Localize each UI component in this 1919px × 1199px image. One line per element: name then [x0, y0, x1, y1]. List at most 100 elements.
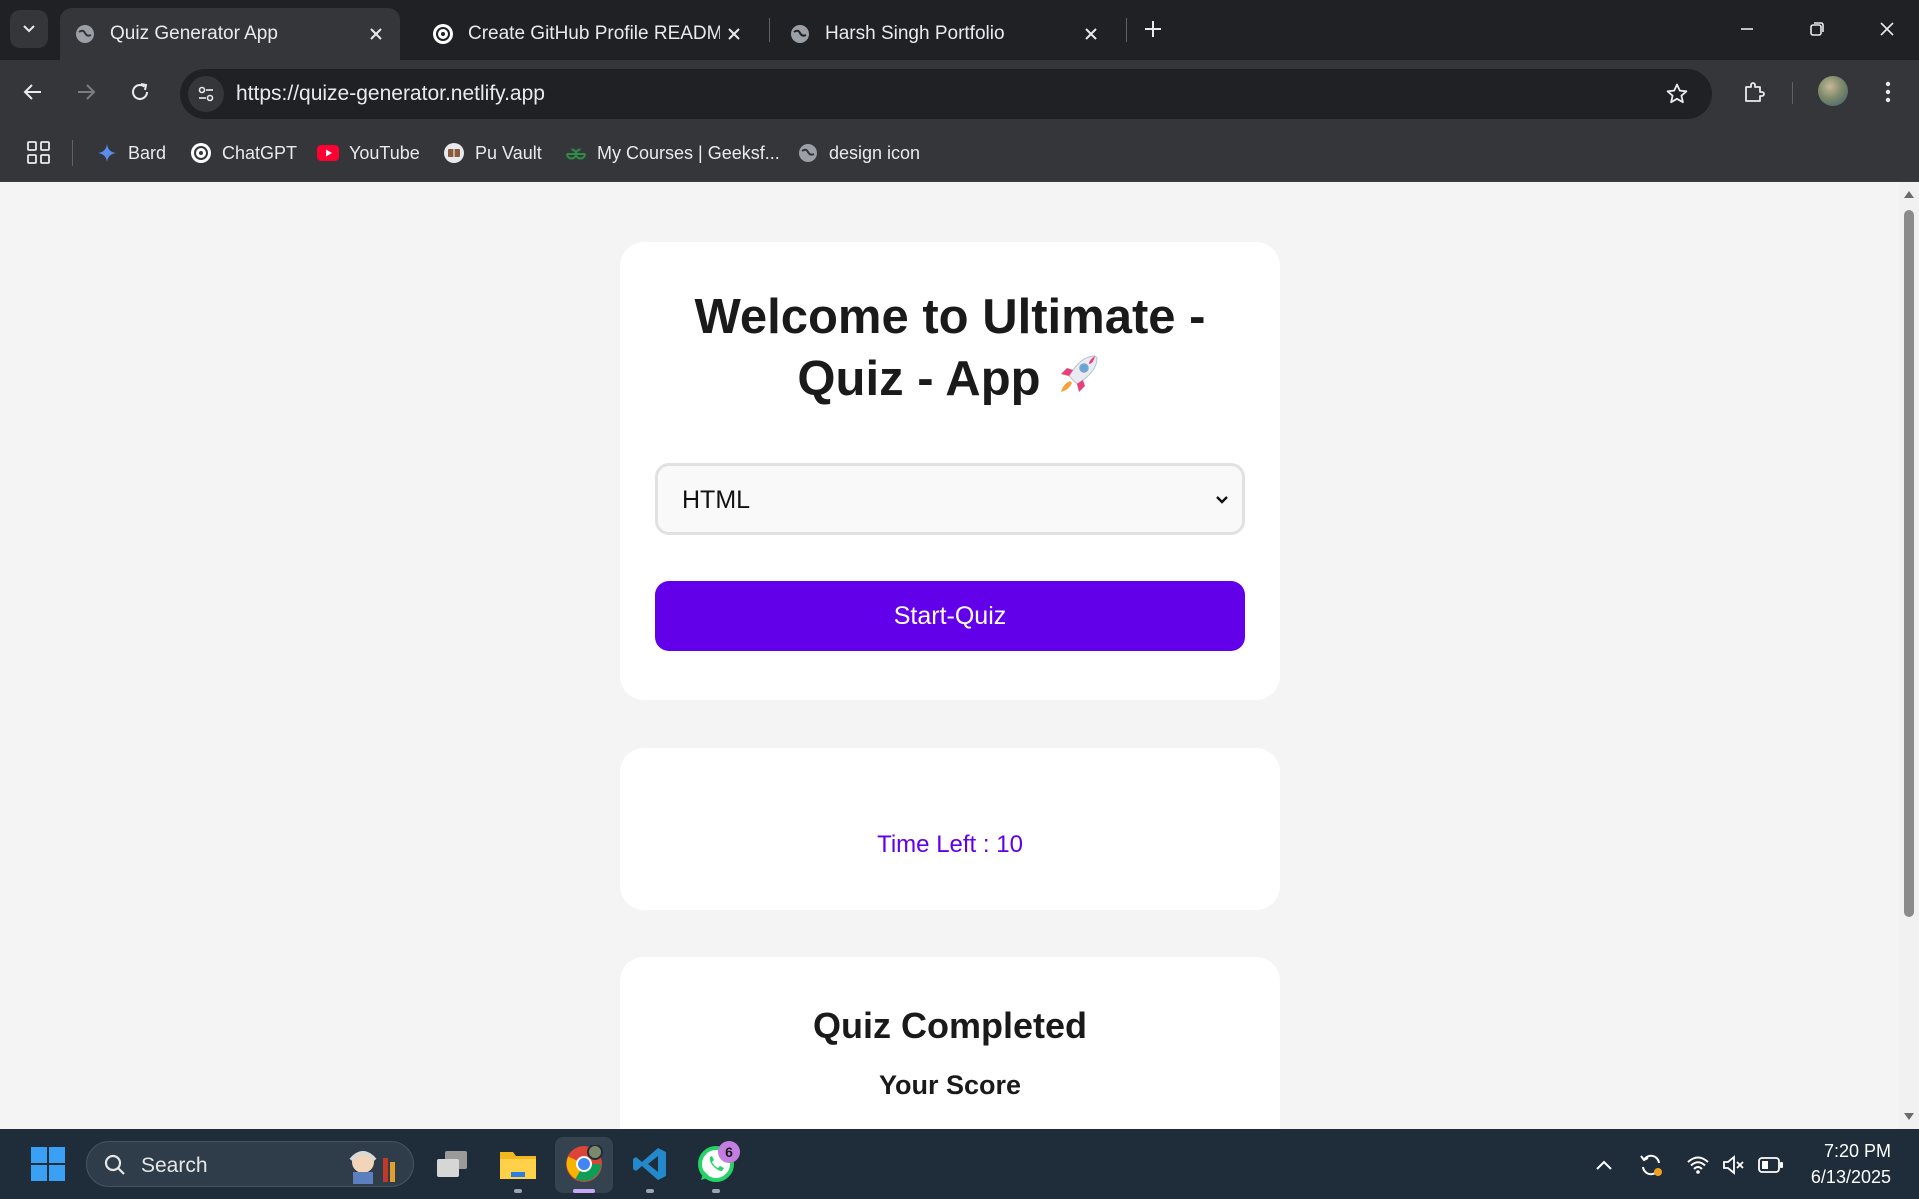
tab-github-readme[interactable]: Create GitHub Profile README: [418, 8, 758, 60]
taskbar-search-label: Search: [141, 1154, 208, 1177]
scroll-up-arrow[interactable]: [1903, 188, 1915, 200]
chatgpt-icon: [432, 23, 454, 45]
toolbar-divider: [1792, 82, 1793, 104]
whatsapp-badge: 6: [718, 1141, 740, 1163]
scroll-down-arrow[interactable]: [1903, 1111, 1915, 1123]
globe-icon: [74, 23, 96, 45]
page-viewport: Welcome to Ultimate - Quiz - App HTML St…: [0, 182, 1899, 1129]
bookmark-youtube[interactable]: YouTube: [317, 138, 420, 168]
more-vertical-icon: [1885, 81, 1891, 103]
welcome-card: Welcome to Ultimate - Quiz - App HTML St…: [620, 242, 1280, 700]
bookmark-pu-vault[interactable]: Pu Vault: [443, 138, 542, 168]
tab-title: Quiz Generator App: [110, 23, 278, 44]
task-view-icon[interactable]: [432, 1144, 472, 1184]
menu-button[interactable]: [1870, 74, 1906, 110]
close-icon[interactable]: [720, 20, 748, 48]
bookmark-label: design icon: [829, 142, 921, 163]
time-left-text: Time Left : 10: [877, 831, 1023, 858]
sparkle-icon: [96, 142, 118, 164]
bookmark-design-icon[interactable]: design icon: [797, 138, 920, 168]
welcome-title: Welcome to Ultimate - Quiz - App: [670, 286, 1230, 415]
search-icon: [104, 1154, 125, 1175]
tab-harsh-portfolio[interactable]: Harsh Singh Portfolio: [775, 8, 1115, 60]
taskbar: Search 6 7:20 PM 6/13/2025: [0, 1129, 1919, 1199]
puzzle-icon: [1745, 82, 1765, 102]
close-icon[interactable]: [1077, 20, 1105, 48]
restore-button[interactable]: [1792, 8, 1842, 50]
sync-icon[interactable]: [1637, 1151, 1665, 1179]
minimize-icon: [1741, 28, 1753, 30]
minimize-button[interactable]: [1722, 8, 1772, 50]
volume-muted-icon[interactable]: [1720, 1151, 1748, 1179]
running-indicator: [712, 1189, 720, 1193]
globe-icon: [797, 142, 819, 164]
bookmark-label: Pu Vault: [475, 142, 542, 163]
tab-strip: Quiz Generator App Create GitHub Profile…: [0, 0, 1919, 60]
close-window-button[interactable]: [1862, 8, 1912, 50]
profile-avatar[interactable]: [1818, 76, 1848, 106]
tab-separator: [769, 18, 770, 42]
url-text[interactable]: https://quize-generator.netlify.app: [236, 82, 545, 106]
bookmark-bard[interactable]: Bard: [96, 138, 166, 168]
book-icon: [443, 142, 465, 164]
quiz-completed-title: Quiz Completed: [812, 1005, 1087, 1046]
result-card: Quiz Completed Your Score: [620, 957, 1280, 1129]
bookmark-geeksforgeeks[interactable]: My Courses | Geeksf...: [565, 138, 780, 168]
browser-toolbar: https://quize-generator.netlify.app: [0, 60, 1919, 124]
tab-quiz-generator[interactable]: Quiz Generator App: [60, 8, 400, 60]
apps-grid-icon[interactable]: [26, 140, 52, 166]
bookmark-star-icon[interactable]: [1662, 79, 1692, 109]
plus-icon: [1145, 21, 1161, 37]
clock-time[interactable]: 7:20 PM: [1771, 1141, 1891, 1162]
timer-card: Time Left : 10: [620, 748, 1280, 910]
chatgpt-icon: [190, 142, 212, 164]
bookmark-chatgpt[interactable]: ChatGPT: [190, 138, 297, 168]
site-info-icon[interactable]: [188, 76, 224, 112]
running-indicator: [514, 1189, 522, 1193]
new-tab-button[interactable]: [1138, 14, 1168, 44]
tab-search-button[interactable]: [10, 10, 48, 48]
bookmark-label: YouTube: [349, 142, 420, 163]
taskbar-search[interactable]: Search: [86, 1141, 414, 1187]
rocket-icon: [1053, 350, 1103, 415]
scroll-thumb[interactable]: [1904, 210, 1914, 917]
bookmarks-separator: [72, 140, 73, 166]
running-indicator: [646, 1189, 654, 1193]
running-indicator-active: [573, 1189, 595, 1193]
bookmark-label: My Courses | Geeksf...: [597, 142, 780, 163]
start-quiz-button[interactable]: Start-Quiz: [655, 581, 1245, 651]
topic-select[interactable]: HTML: [655, 463, 1245, 535]
geeksforgeeks-icon: [565, 142, 587, 164]
back-button[interactable]: [15, 74, 51, 110]
arrow-left-icon: [23, 84, 41, 100]
reload-icon: [132, 83, 148, 100]
tab-title: Create GitHub Profile README: [468, 23, 720, 44]
chevron-down-icon: [23, 25, 35, 33]
extensions-button[interactable]: [1736, 74, 1772, 110]
wifi-icon[interactable]: [1684, 1151, 1712, 1179]
chrome-icon[interactable]: [564, 1144, 604, 1184]
bookmarks-bar: Bard ChatGPT YouTube Pu Vault My Courses…: [0, 124, 1919, 182]
file-explorer-icon[interactable]: [498, 1144, 538, 1184]
close-icon[interactable]: [362, 20, 390, 48]
clock-date[interactable]: 6/13/2025: [1771, 1167, 1891, 1188]
youtube-icon: [317, 142, 339, 164]
reload-button[interactable]: [122, 74, 158, 110]
restore-icon: [1810, 22, 1824, 36]
page-scrollbar[interactable]: [1899, 182, 1919, 1129]
bookmark-label: ChatGPT: [222, 142, 298, 163]
forward-button[interactable]: [68, 74, 104, 110]
tab-separator: [1126, 18, 1127, 42]
chevron-up-icon[interactable]: [1590, 1151, 1618, 1179]
topic-select-value: HTML: [682, 486, 751, 514]
chevron-down-icon: [1214, 492, 1230, 508]
bookmark-label: Bard: [128, 142, 167, 163]
address-bar[interactable]: https://quize-generator.netlify.app: [180, 69, 1712, 119]
close-icon: [1880, 22, 1894, 36]
globe-icon: [789, 23, 811, 45]
your-score-title: Your Score: [878, 1070, 1022, 1100]
arrow-right-icon: [78, 84, 96, 100]
vscode-icon[interactable]: [630, 1144, 670, 1184]
windows-start-icon[interactable]: [28, 1144, 68, 1184]
welcome-title-text: Welcome to Ultimate - Quiz - App: [694, 290, 1206, 406]
